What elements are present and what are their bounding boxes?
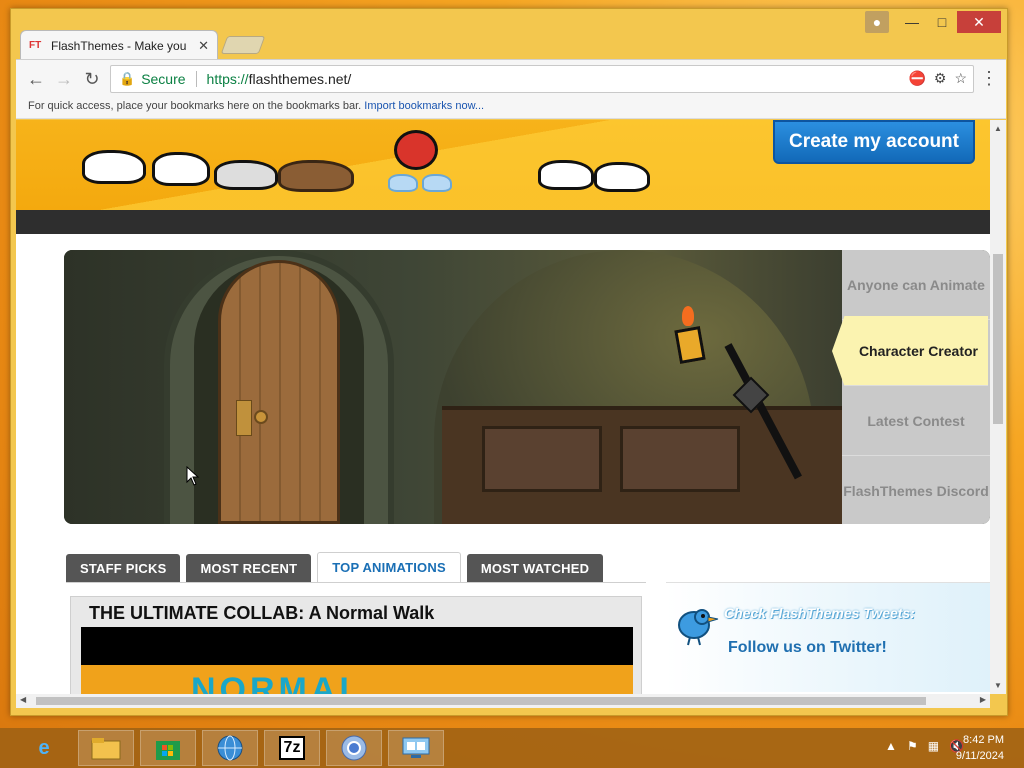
animation-tabs: STAFF PICKS MOST RECENT TOP ANIMATIONS M…	[66, 552, 604, 582]
import-bookmarks-link[interactable]: Import bookmarks now...	[364, 100, 484, 112]
secure-label: Secure	[141, 71, 186, 87]
hero-carousel: Anyone can Animate Character Creator Lat…	[64, 250, 990, 524]
featured-animation-title[interactable]: THE ULTIMATE COLLAB: A Normal Walk	[89, 603, 434, 624]
create-account-button[interactable]: Create my account	[773, 120, 975, 164]
door-knob	[254, 410, 268, 424]
7zip-icon[interactable]: 7z	[264, 730, 320, 766]
network-status-icon[interactable]: ▦	[928, 739, 939, 753]
file-explorer-icon[interactable]	[78, 730, 134, 766]
cartoon-character-icon	[394, 130, 438, 170]
forward-icon[interactable]: →	[52, 67, 76, 91]
system-clock[interactable]: 8:42 PM 9/11/2024	[956, 732, 1004, 764]
bookmark-star-icon[interactable]: ☆	[954, 70, 967, 87]
twitter-widget: Check FlashThemes Tweets: Follow us on T…	[666, 582, 990, 692]
cartoon-shoe-icon	[278, 160, 354, 192]
internet-explorer-icon[interactable]: e	[16, 730, 72, 766]
tabs-divider	[66, 582, 646, 583]
thumbnail-text: NORMAL	[191, 671, 365, 694]
flashthemes-favicon-icon: FT	[29, 39, 42, 51]
flame-icon	[682, 306, 694, 326]
url-scheme: https://	[206, 71, 249, 87]
tab-top-animations[interactable]: TOP ANIMATIONS	[317, 552, 461, 582]
scroll-right-icon[interactable]: ▶	[980, 695, 986, 704]
mouse-cursor-icon	[186, 466, 200, 486]
scroll-left-icon[interactable]: ◀	[20, 695, 26, 704]
twitter-bird-icon	[678, 609, 719, 646]
hero-scene-image[interactable]	[64, 250, 842, 524]
tab-staff-picks[interactable]: STAFF PICKS	[66, 554, 181, 582]
maximize-button[interactable]: □	[927, 11, 957, 33]
bookmarks-message: For quick access, place your bookmarks h…	[28, 100, 362, 112]
scroll-down-icon[interactable]: ▼	[994, 681, 1002, 690]
wooden-door	[218, 260, 340, 524]
chrome-icon[interactable]	[326, 730, 382, 766]
action-center-icon[interactable]: ⚑	[907, 739, 918, 753]
cartoon-shoe-icon	[422, 174, 452, 192]
store-icon[interactable]	[140, 730, 196, 766]
featured-video-player[interactable]: NORMAL	[81, 627, 633, 694]
horizontal-scrollbar[interactable]: ◀ ▶	[16, 694, 990, 708]
vertical-scrollbar[interactable]: ▲ ▼	[990, 120, 1006, 694]
hero-item-latest-contest[interactable]: Latest Contest	[842, 386, 990, 456]
bookmarks-bar: For quick access, place your bookmarks h…	[16, 97, 1006, 119]
cartoon-shoe-icon	[152, 152, 210, 186]
tab-most-watched[interactable]: MOST WATCHED	[466, 554, 604, 582]
browser-toolbar: ← → ↻ 🔒 Secure https://flashthemes.net/ …	[16, 59, 1006, 97]
new-tab-button[interactable]	[220, 36, 266, 54]
user-icon[interactable]: ●	[865, 11, 889, 33]
back-icon[interactable]: ←	[24, 67, 48, 91]
scroll-up-icon[interactable]: ▲	[994, 124, 1002, 133]
page-viewport: Create my account Anyone can Animate Cha…	[16, 120, 990, 694]
twitter-heading: Check FlashThemes Tweets:	[724, 605, 915, 621]
vertical-scroll-thumb[interactable]	[993, 254, 1003, 424]
door-latch	[236, 400, 252, 436]
address-bar[interactable]: 🔒 Secure https://flashthemes.net/ ⛔ ⚙ ☆	[110, 65, 974, 93]
taskbar: e 7z ▲ ⚑ ▦ 🔇 8:42 PM 9/11/2024	[0, 728, 1024, 768]
browser-menu-icon[interactable]: ⋮	[980, 68, 998, 89]
close-tab-icon[interactable]: ✕	[198, 38, 209, 54]
system-tray: ▲ ⚑ ▦ 🔇	[885, 739, 964, 753]
hero-menu: Anyone can Animate Character Creator Lat…	[832, 250, 990, 524]
wall-panel	[482, 426, 602, 492]
cartoon-shoe-icon	[388, 174, 418, 192]
reload-icon[interactable]: ↻	[80, 67, 104, 91]
cartoon-shoe-icon	[594, 162, 650, 192]
tab-title: FlashThemes - Make you	[51, 38, 187, 53]
wall-panel	[620, 426, 740, 492]
cartoon-shoe-icon	[82, 150, 146, 184]
tray-expand-icon[interactable]: ▲	[885, 739, 897, 753]
extension-icon[interactable]: ⚙	[934, 70, 947, 87]
window-controls: ● — □ ✕	[865, 11, 1001, 33]
hero-item-character-creator[interactable]: Character Creator	[832, 316, 988, 386]
site-nav-bar	[16, 210, 990, 234]
browser-tab[interactable]: FT FlashThemes - Make you ✕	[20, 30, 218, 60]
featured-animation: THE ULTIMATE COLLAB: A Normal Walk NORMA…	[70, 596, 642, 694]
cartoon-shoe-icon	[214, 160, 278, 190]
omnibox-icons: ⛔ ⚙ ☆	[908, 70, 967, 87]
hero-item-flashthemes-discord[interactable]: FlashThemes Discord	[842, 456, 990, 524]
blocked-content-icon[interactable]: ⛔	[908, 70, 925, 87]
twitter-follow-link[interactable]: Follow us on Twitter!	[728, 639, 887, 657]
tab-most-recent[interactable]: MOST RECENT	[186, 554, 312, 582]
clock-date: 9/11/2024	[955, 750, 1004, 762]
browser-globe-icon[interactable]	[202, 730, 258, 766]
url-text: flashthemes.net/	[248, 71, 352, 87]
lock-icon: 🔒	[119, 71, 136, 86]
address-separator	[195, 71, 197, 87]
cartoon-shoe-icon	[538, 160, 594, 190]
hero-item-anyone-can-animate[interactable]: Anyone can Animate	[842, 250, 990, 320]
horizontal-scroll-thumb[interactable]	[36, 697, 926, 705]
network-icon[interactable]	[388, 730, 444, 766]
clock-time: 8:42 PM	[963, 734, 1004, 746]
minimize-button[interactable]: —	[897, 11, 927, 33]
close-window-button[interactable]: ✕	[957, 11, 1001, 33]
site-banner: Create my account	[16, 120, 990, 210]
video-thumbnail: NORMAL	[81, 665, 633, 694]
lantern-icon	[674, 326, 706, 364]
